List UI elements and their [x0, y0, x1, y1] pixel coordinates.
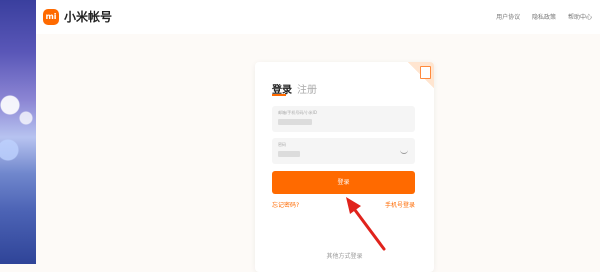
annotation-arrow-icon — [346, 197, 386, 251]
